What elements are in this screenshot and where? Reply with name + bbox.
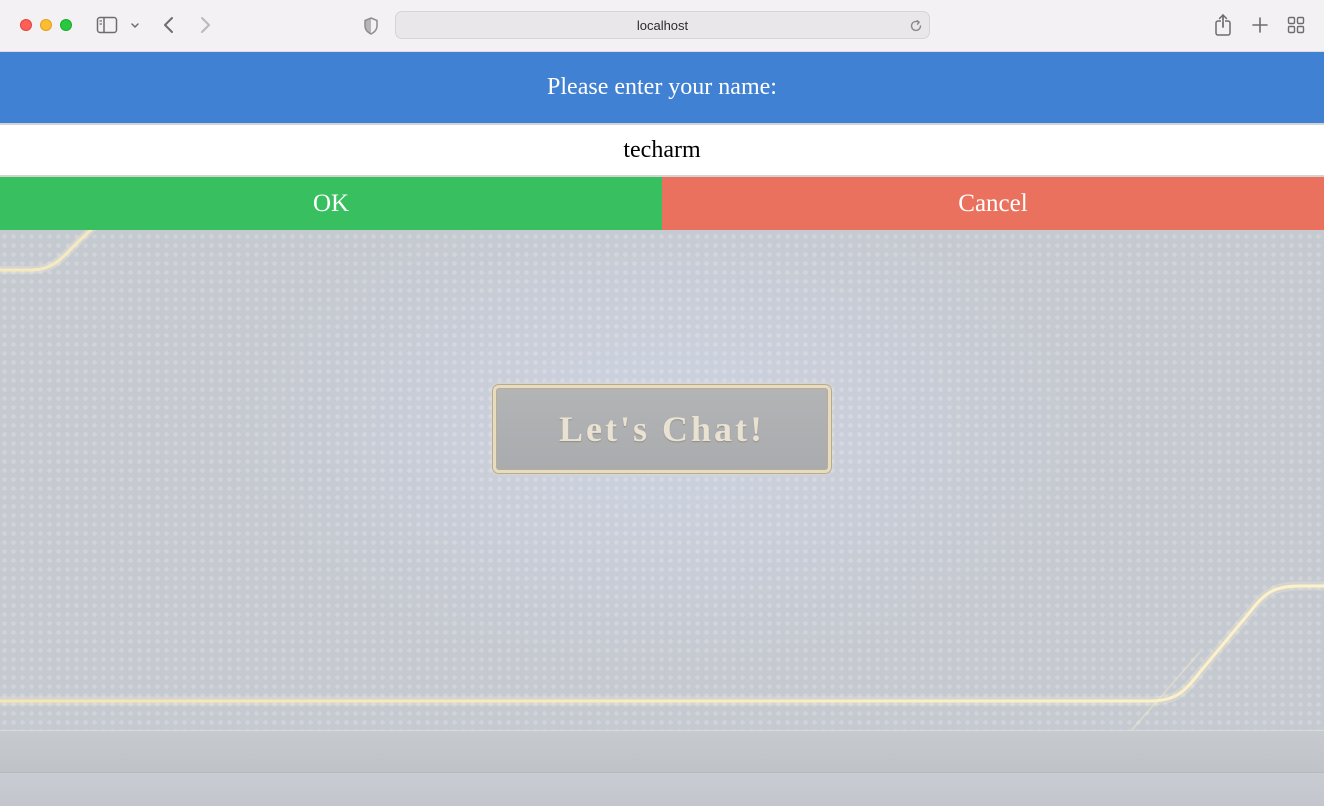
name-input[interactable]	[0, 125, 1324, 175]
zoom-window-button[interactable]	[60, 19, 72, 31]
footer-band-lower	[0, 772, 1324, 806]
lets-chat-label: Let's Chat!	[559, 409, 765, 449]
name-prompt-dialog: Please enter your name: OK Cancel	[0, 52, 1324, 230]
prompt-button-row: OK Cancel	[0, 177, 1324, 230]
plus-icon[interactable]	[1250, 15, 1270, 35]
forward-arrow-icon[interactable]	[196, 15, 214, 35]
address-bar[interactable]: localhost	[395, 11, 930, 39]
address-url: localhost	[636, 18, 689, 33]
lets-chat-button[interactable]: Let's Chat!	[493, 385, 831, 473]
shield-icon[interactable]	[362, 16, 380, 36]
browser-window: localhost Let's Chat! Please enter your …	[0, 0, 1324, 806]
prompt-title: Please enter your name:	[0, 52, 1324, 123]
name-input-container	[0, 123, 1324, 177]
reload-icon[interactable]	[909, 19, 923, 33]
footer-band	[0, 730, 1324, 773]
back-arrow-icon[interactable]	[160, 15, 178, 35]
ok-button[interactable]: OK	[0, 177, 662, 230]
minimize-window-button[interactable]	[40, 19, 52, 31]
tab-grid-icon[interactable]	[1287, 16, 1305, 34]
browser-toolbar: localhost	[0, 0, 1324, 52]
cancel-button[interactable]: Cancel	[662, 177, 1324, 230]
sidebar-icon[interactable]	[96, 16, 118, 34]
page-viewport: Let's Chat! Please enter your name: OK C…	[0, 52, 1324, 806]
share-icon[interactable]	[1213, 13, 1233, 37]
close-window-button[interactable]	[20, 19, 32, 31]
chevron-down-icon[interactable]	[128, 18, 142, 32]
